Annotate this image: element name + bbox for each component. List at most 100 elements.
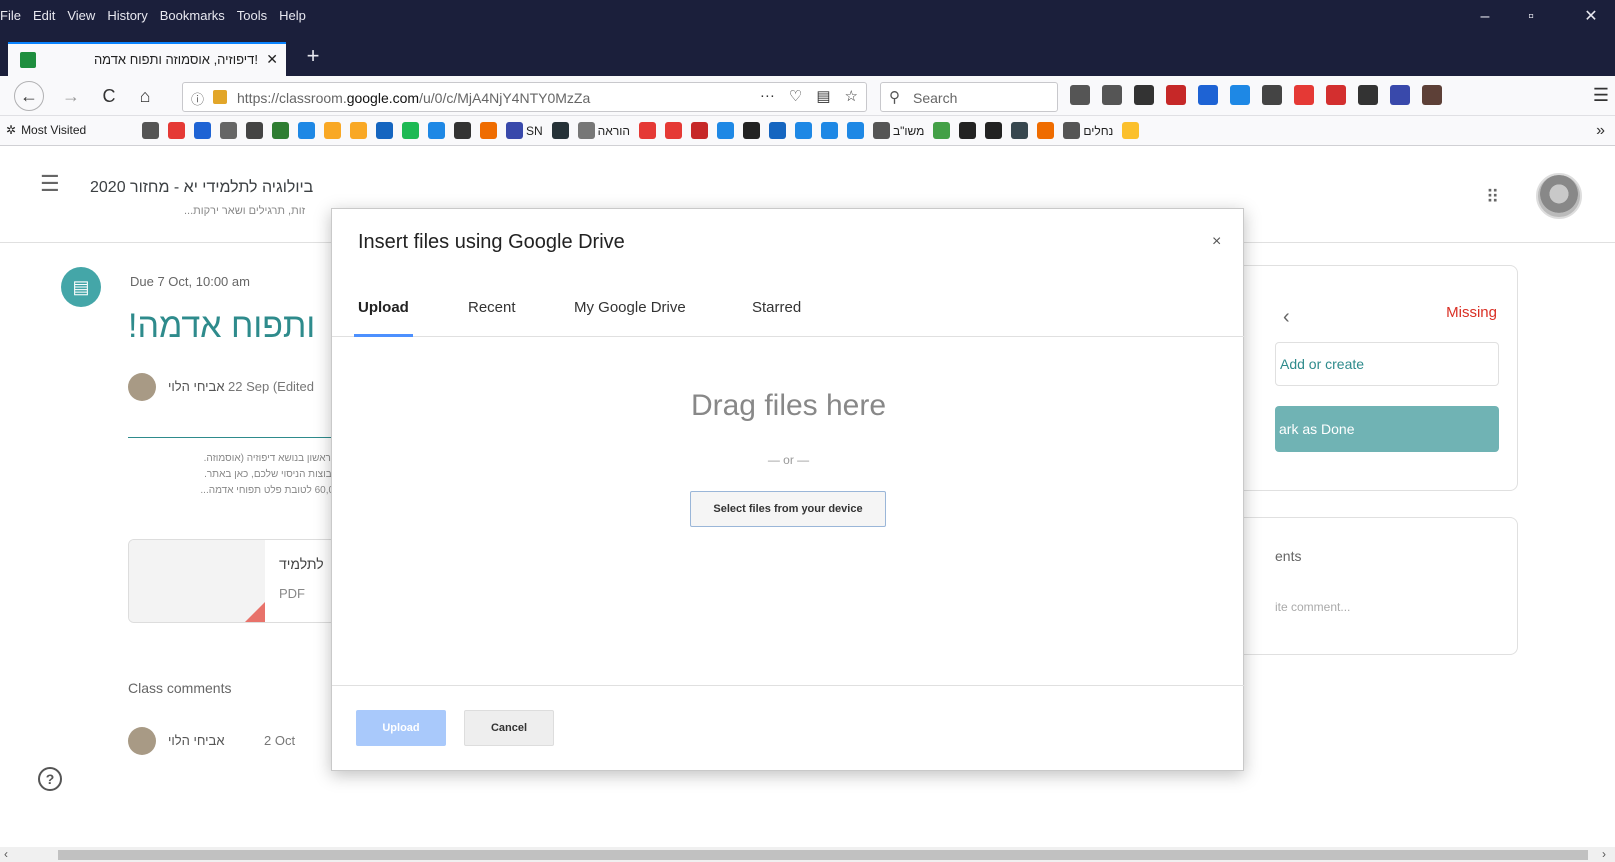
scrollbar-thumb[interactable] (58, 850, 1588, 860)
bookmark-item[interactable] (1037, 122, 1055, 139)
add-or-create-button[interactable]: Add or create (1275, 342, 1499, 386)
bookmark-item[interactable] (846, 122, 864, 139)
new-tab-button[interactable]: + (298, 42, 328, 72)
select-files-button[interactable]: Select files from your device (690, 491, 886, 527)
bookmark-item[interactable] (551, 122, 569, 139)
menu-edit[interactable]: Edit (33, 8, 55, 23)
back-button[interactable]: ← (14, 81, 44, 111)
ext-grid-icon[interactable] (1390, 85, 1410, 105)
bookmark-item[interactable] (402, 122, 419, 139)
ext-diamond-icon[interactable] (1230, 85, 1250, 105)
google-apps-icon[interactable]: ⠿ (1486, 187, 1499, 208)
private-comment-input[interactable]: ite comment... (1275, 600, 1350, 614)
tab-starred[interactable]: Starred (752, 299, 801, 337)
page-actions-icon[interactable]: ··· (760, 87, 775, 105)
forward-button[interactable]: → (58, 84, 84, 110)
tab-my-google-drive[interactable]: My Google Drive (574, 299, 686, 337)
menu-tools[interactable]: Tools (237, 8, 267, 23)
browser-tab[interactable]: דיפוזיה, אוסמוזה ותפוח אדמה! ✕ (8, 42, 286, 76)
bookmark-item[interactable] (246, 122, 263, 139)
reload-button[interactable]: C (96, 84, 122, 110)
browser-menu-icon[interactable]: ☰ (1593, 85, 1609, 106)
url-bar[interactable]: ⓘ https://classroom.google.com/u/0/c/MjA… (182, 82, 867, 112)
bookmark-item[interactable] (959, 122, 977, 139)
ext-blue-icon[interactable] (1198, 85, 1218, 105)
menu-view[interactable]: View (67, 8, 95, 23)
bookmark-item[interactable] (376, 122, 393, 139)
bookmark-item[interactable] (428, 122, 445, 139)
url-text[interactable]: https://classroom.google.com/u/0/c/MjA4N… (237, 90, 737, 106)
bookmark-item[interactable] (454, 122, 471, 139)
bookmark-item[interactable] (194, 122, 211, 139)
reader-view-icon[interactable]: ▤ (816, 87, 830, 105)
mark-as-done-button[interactable]: ark as Done (1275, 406, 1499, 452)
tab-recent[interactable]: Recent (468, 299, 516, 337)
minimize-button[interactable]: – (1462, 0, 1508, 36)
bookmark-item[interactable] (638, 122, 656, 139)
bookmark-item[interactable] (350, 122, 367, 139)
ext-adblock-icon[interactable] (1326, 85, 1346, 105)
bookmark-item[interactable] (794, 122, 812, 139)
help-icon[interactable]: ? (38, 767, 62, 791)
menu-bookmarks[interactable]: Bookmarks (160, 8, 225, 23)
bookmark-item[interactable] (716, 122, 734, 139)
account-icon[interactable] (1134, 85, 1154, 105)
search-box[interactable]: ⚲ Search (880, 82, 1058, 112)
ext-pin-icon[interactable] (1422, 85, 1442, 105)
ext-red-icon[interactable] (1166, 85, 1186, 105)
close-window-button[interactable]: ✕ (1568, 0, 1614, 36)
horizontal-scrollbar[interactable]: ‹ › (0, 847, 1615, 862)
drag-drop-zone[interactable]: Drag files here (332, 389, 1245, 423)
pocket-icon[interactable]: ♡ (789, 87, 802, 105)
bookmark-item[interactable] (480, 122, 497, 139)
bookmark-item[interactable]: הוראה (577, 122, 630, 139)
bookmark-item[interactable] (742, 122, 760, 139)
bookmark-item[interactable] (272, 122, 289, 139)
ext-pocket-icon[interactable] (1294, 85, 1314, 105)
most-visited-bookmark[interactable]: ✲ Most Visited (6, 123, 86, 137)
restore-button[interactable]: ▫ (1508, 0, 1554, 36)
bookmark-item[interactable] (985, 122, 1003, 139)
class-title[interactable]: ביולוגיה לתלמידי יא - מחזור 2020 (90, 179, 313, 197)
bookmarks-bar: ✲ Most Visited SN הוראה משו"ב נחלים » (0, 116, 1615, 146)
sidebar-icon[interactable] (1102, 85, 1122, 105)
bookmark-item[interactable] (933, 122, 951, 139)
main-menu-icon[interactable]: ☰ (40, 171, 60, 197)
bookmark-item[interactable] (664, 122, 682, 139)
ext-qr-icon[interactable] (1358, 85, 1378, 105)
bookmark-item[interactable] (324, 122, 341, 139)
pdf-attachment[interactable]: לתלמיד PDF (128, 539, 343, 623)
bookmark-item[interactable] (1122, 122, 1140, 139)
scroll-left-icon[interactable]: ‹ (4, 847, 8, 862)
bookmarks-overflow-button[interactable]: » (1596, 122, 1605, 140)
bookmark-item[interactable] (298, 122, 315, 139)
bookmark-item[interactable]: משו"ב (872, 122, 924, 139)
bookmark-star-icon[interactable]: ☆ (845, 87, 858, 105)
library-icon[interactable] (1070, 85, 1090, 105)
tab-close-icon[interactable]: ✕ (266, 51, 278, 68)
user-avatar[interactable] (1536, 173, 1582, 219)
sn-icon (506, 122, 523, 139)
bookmark-item[interactable] (1011, 122, 1029, 139)
bookmark-item[interactable]: SN (506, 122, 543, 139)
tab-upload[interactable]: Upload (354, 299, 413, 337)
bookmark-item[interactable] (168, 122, 185, 139)
menu-file[interactable]: File (0, 8, 21, 23)
dialog-close-icon[interactable]: × (1212, 233, 1221, 251)
menu-help[interactable]: Help (279, 8, 306, 23)
bookmark-item[interactable] (142, 122, 159, 139)
ext-face-icon[interactable] (1262, 85, 1282, 105)
bookmark-item[interactable]: נחלים (1063, 122, 1113, 139)
cancel-button[interactable]: Cancel (464, 710, 554, 746)
bookmark-item[interactable] (220, 122, 237, 139)
bookmark-item[interactable] (768, 122, 786, 139)
menu-history[interactable]: History (107, 8, 147, 23)
site-info-icon[interactable]: ⓘ (191, 89, 204, 108)
upload-button[interactable]: Upload (356, 710, 446, 746)
black-circle-icon (985, 122, 1003, 139)
scroll-right-icon[interactable]: › (1602, 847, 1606, 862)
bookmark-item[interactable] (690, 122, 708, 139)
bookmark-item[interactable] (820, 122, 838, 139)
home-button[interactable]: ⌂ (132, 84, 158, 110)
insecure-lock-icon[interactable] (213, 90, 227, 104)
